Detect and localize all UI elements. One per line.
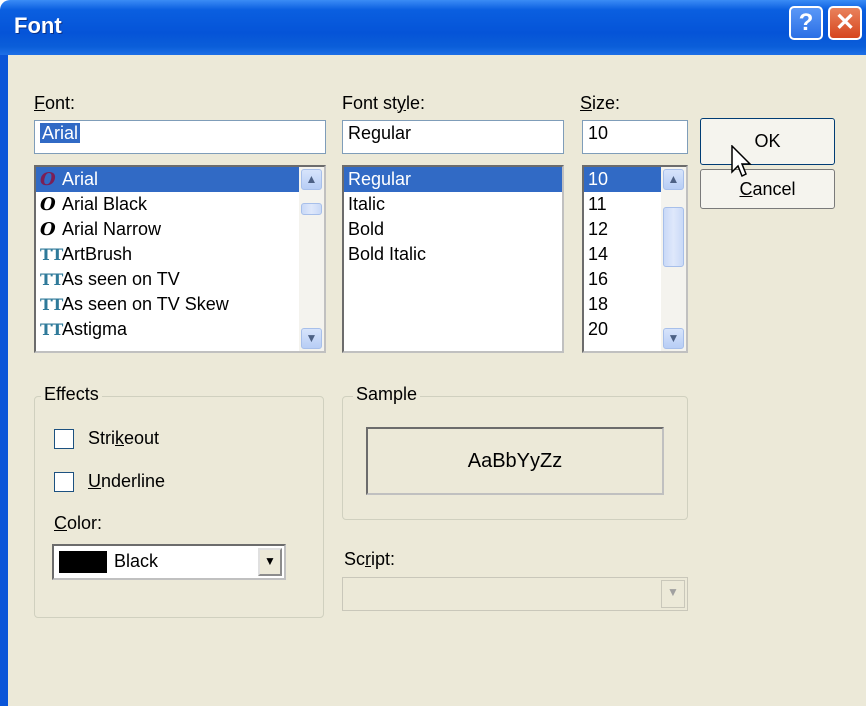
size-label: Size:	[580, 93, 621, 113]
help-button[interactable]: ?	[789, 6, 823, 40]
color-dropdown[interactable]: Black ▼	[52, 544, 286, 580]
title-bar[interactable]: Font ? ✕	[0, 0, 866, 55]
font-list-item[interactable]: O Arial Black	[36, 192, 324, 217]
scroll-down-icon: ▼	[667, 331, 680, 345]
font-style-label: Font style:	[342, 93, 426, 113]
sample-preview: AaBbYyZz	[366, 427, 664, 495]
scroll-thumb[interactable]	[301, 203, 322, 215]
font-list-item[interactable]: TTAs seen on TV	[36, 267, 324, 292]
font-list-item-label: ArtBrush	[62, 244, 133, 264]
mouse-pointer-icon	[731, 145, 752, 178]
font-dialog: Font ? ✕ Font: Arial O Arial O Arial Black O…	[0, 0, 866, 706]
font-list-item[interactable]: O Arial Narrow	[36, 217, 324, 242]
size-input[interactable]: 10	[582, 120, 688, 154]
strikeout-checkbox[interactable]	[54, 429, 74, 449]
dropdown-arrow-icon: ▼	[264, 554, 276, 568]
size-list-item-label: 14	[588, 244, 609, 264]
window-title: Font	[14, 13, 62, 38]
font-list-item[interactable]: TTAstigma	[36, 317, 324, 342]
font-list-item-label: Arial	[62, 169, 99, 189]
size-list-item-label: 16	[588, 269, 609, 289]
effects-group	[34, 396, 324, 618]
help-icon: ?	[798, 9, 814, 36]
size-scroll-down-button[interactable]: ▼	[663, 328, 684, 349]
cancel-button[interactable]: Cancel	[700, 169, 835, 209]
size-value: 10	[588, 123, 609, 143]
size-list-item-label: 11	[588, 194, 607, 214]
font-name-value: Arial	[40, 123, 81, 143]
font-style-list-item-label: Italic	[348, 194, 386, 214]
font-list-item[interactable]: TTAs seen on TV Skew	[36, 292, 324, 317]
font-style-list-item[interactable]: Italic	[344, 192, 562, 217]
font-label: Font:	[34, 93, 76, 113]
color-dropdown-button[interactable]: ▼	[258, 548, 282, 576]
font-list-item-label: As seen on TV Skew	[62, 294, 229, 314]
opentype-font-icon: O	[40, 219, 56, 240]
font-style-input[interactable]: Regular	[342, 120, 564, 154]
opentype-font-icon: O	[40, 169, 56, 190]
window-frame	[0, 55, 8, 706]
sample-title: Sample	[353, 384, 421, 405]
font-style-list-item[interactable]: Regular	[344, 167, 562, 192]
font-listbox[interactable]: O Arial O Arial Black O Arial Narrow TTArtBrus…	[34, 165, 326, 353]
close-button[interactable]: ✕	[828, 6, 862, 40]
font-list-item-label: As seen on TV	[62, 269, 180, 289]
font-list-scrollbar[interactable]: ▲ ▼	[299, 167, 324, 351]
truetype-font-icon: TT	[40, 320, 64, 339]
ok-button[interactable]: OK	[700, 118, 835, 165]
effects-title: Effects	[41, 384, 102, 405]
font-style-list-item-label: Bold	[348, 219, 385, 239]
font-style-listbox[interactable]: Regular Italic Bold Bold Italic	[342, 165, 564, 353]
font-list-item[interactable]: O Arial	[36, 167, 324, 192]
size-list-item-label: 12	[588, 219, 609, 239]
color-swatch	[59, 551, 107, 573]
size-list-item-label: 10	[588, 169, 609, 189]
font-style-list-item[interactable]: Bold	[344, 217, 562, 242]
dropdown-arrow-icon: ▼	[667, 585, 679, 599]
font-list-item[interactable]: TTArtBrush	[36, 242, 324, 267]
script-label: Script:	[344, 549, 396, 569]
truetype-font-icon: TT	[40, 295, 64, 314]
size-scroll-up-button[interactable]: ▲	[663, 169, 684, 190]
script-dropdown-button[interactable]: ▼	[661, 580, 685, 608]
size-list-item-label: 18	[588, 294, 609, 314]
truetype-font-icon: TT	[40, 270, 64, 289]
font-list-item-label: Astigma	[62, 319, 128, 339]
size-listbox[interactable]: 10 11 12 14 16 18 20 ▲ ▼	[582, 165, 688, 353]
underline-checkbox[interactable]	[54, 472, 74, 492]
opentype-font-icon: O	[40, 194, 56, 215]
size-list-scrollbar[interactable]: ▲ ▼	[661, 167, 686, 351]
font-list-item-label: Arial Narrow	[62, 219, 162, 239]
scroll-up-icon: ▲	[667, 172, 680, 186]
scroll-up-icon: ▲	[305, 172, 318, 186]
size-scroll-thumb[interactable]	[663, 207, 684, 267]
font-name-input[interactable]: Arial	[34, 120, 326, 154]
color-value: Black	[114, 551, 159, 571]
font-list-item-label: Arial Black	[62, 194, 148, 214]
scroll-down-icon: ▼	[305, 331, 318, 345]
close-icon: ✕	[834, 9, 856, 36]
scroll-down-button[interactable]: ▼	[301, 328, 322, 349]
underline-label[interactable]: Underline	[88, 471, 165, 492]
truetype-font-icon: TT	[40, 245, 64, 264]
font-style-list-item-label: Bold Italic	[348, 244, 427, 264]
color-label: Color:	[54, 513, 103, 533]
font-style-list-item-label: Regular	[348, 169, 412, 189]
strikeout-label[interactable]: Strikeout	[88, 428, 159, 449]
size-list-item-label: 20	[588, 319, 609, 339]
script-dropdown[interactable]: ▼	[342, 577, 688, 611]
font-style-list-item[interactable]: Bold Italic	[344, 242, 562, 267]
scroll-up-button[interactable]: ▲	[301, 169, 322, 190]
font-style-value: Regular	[348, 123, 412, 143]
